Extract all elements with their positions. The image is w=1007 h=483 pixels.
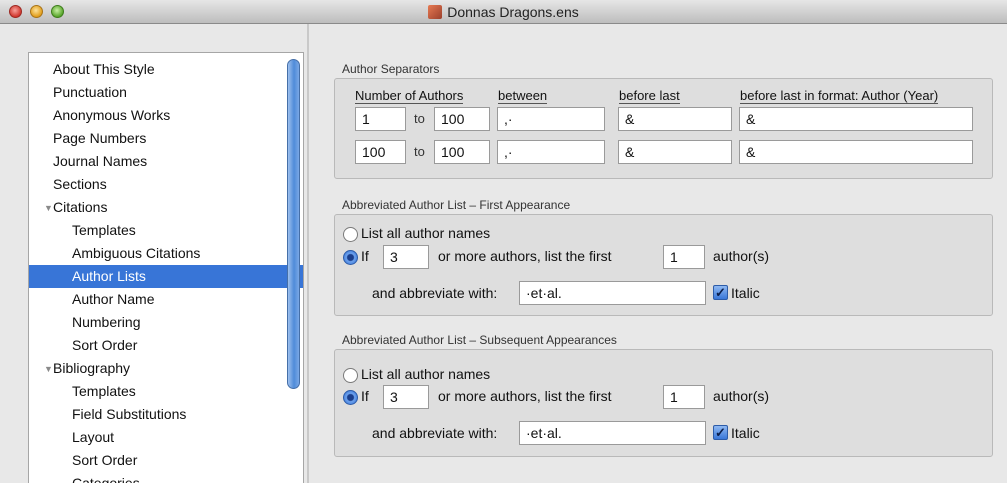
disclosure-triangle-icon[interactable]: ▼ bbox=[44, 358, 53, 381]
first-abbreviate-field[interactable]: ·et·al. bbox=[519, 281, 706, 305]
row2-between-field[interactable]: ,· bbox=[497, 140, 605, 164]
first-italic-checkbox[interactable]: ✓ bbox=[713, 285, 728, 300]
sidebar-item-categories[interactable]: Categories bbox=[29, 472, 303, 483]
sidebar-item-layout[interactable]: Layout bbox=[29, 426, 303, 449]
document-icon bbox=[428, 5, 443, 19]
sidebar-item-page-numbers[interactable]: Page Numbers bbox=[29, 127, 303, 150]
row1-before-last-field[interactable]: & bbox=[618, 107, 732, 131]
sidebar-item-author-name[interactable]: Author Name bbox=[29, 288, 303, 311]
sidebar-scrollbar-thumb[interactable] bbox=[287, 59, 300, 389]
row1-to-label: to bbox=[414, 111, 425, 126]
split-view-divider[interactable] bbox=[307, 24, 309, 483]
subsequent-author-count-field[interactable]: 3 bbox=[383, 385, 429, 409]
sidebar-item-bibliography-templates[interactable]: Templates bbox=[29, 380, 303, 403]
subsequent-list-all-label[interactable]: List all author names bbox=[361, 366, 490, 382]
sidebar-item-punctuation[interactable]: Punctuation bbox=[29, 81, 303, 104]
author-separators-title: Author Separators bbox=[342, 62, 440, 76]
title-bar: Donnas Dragons.ens bbox=[0, 0, 1007, 24]
row2-from-field[interactable]: 100 bbox=[355, 140, 406, 164]
first-authors-suffix-label: author(s) bbox=[713, 248, 770, 264]
sidebar-item-bibliography[interactable]: ▼Bibliography bbox=[29, 357, 299, 380]
sidebar-item-ambiguous-citations[interactable]: Ambiguous Citations bbox=[29, 242, 303, 265]
sidebar-item-citations-sort-order[interactable]: Sort Order bbox=[29, 334, 303, 357]
disclosure-triangle-icon[interactable]: ▼ bbox=[44, 197, 53, 220]
subsequent-abbreviate-label: and abbreviate with: bbox=[372, 425, 498, 441]
sidebar-item-author-lists[interactable]: Author Lists bbox=[29, 265, 303, 288]
row1-between-field[interactable]: ,· bbox=[497, 107, 605, 131]
subsequent-if-radio[interactable] bbox=[343, 390, 358, 405]
subsequent-or-more-label: or more authors, list the first bbox=[438, 388, 612, 404]
subsequent-list-all-radio[interactable] bbox=[343, 368, 358, 383]
style-section-list[interactable]: About This Style Punctuation Anonymous W… bbox=[28, 52, 304, 483]
first-appearance-title: Abbreviated Author List – First Appearan… bbox=[342, 198, 571, 212]
header-between: between bbox=[498, 88, 548, 104]
row1-to-field[interactable]: 100 bbox=[434, 107, 490, 131]
first-list-first-field[interactable]: 1 bbox=[663, 245, 705, 269]
sidebar-item-numbering[interactable]: Numbering bbox=[29, 311, 303, 334]
window-title-text: Donnas Dragons.ens bbox=[447, 4, 579, 20]
first-if-radio[interactable] bbox=[343, 250, 358, 265]
header-number-of-authors: Number of Authors bbox=[355, 88, 464, 104]
row2-before-last-format-field[interactable]: & bbox=[739, 140, 973, 164]
sidebar-item-field-substitutions[interactable]: Field Substitutions bbox=[29, 403, 303, 426]
first-or-more-label: or more authors, list the first bbox=[438, 248, 612, 264]
header-before-last: before last bbox=[619, 88, 680, 104]
subsequent-if-label[interactable]: If bbox=[361, 388, 369, 404]
subsequent-italic-checkbox[interactable]: ✓ bbox=[713, 425, 728, 440]
row2-before-last-field[interactable]: & bbox=[618, 140, 732, 164]
first-if-label[interactable]: If bbox=[361, 248, 369, 264]
subsequent-list-first-field[interactable]: 1 bbox=[663, 385, 705, 409]
first-author-count-field[interactable]: 3 bbox=[383, 245, 429, 269]
sidebar-item-journal-names[interactable]: Journal Names bbox=[29, 150, 303, 173]
row2-to-label: to bbox=[414, 144, 425, 159]
sidebar-item-bibliography-sort-order[interactable]: Sort Order bbox=[29, 449, 303, 472]
header-before-last-format: before last in format: Author (Year) bbox=[740, 88, 939, 104]
first-list-all-label[interactable]: List all author names bbox=[361, 225, 490, 241]
sidebar-item-citations[interactable]: ▼Citations bbox=[29, 196, 299, 219]
row2-to-field[interactable]: 100 bbox=[434, 140, 490, 164]
window-title: Donnas Dragons.ens bbox=[0, 4, 1007, 20]
subsequent-italic-label[interactable]: Italic bbox=[731, 425, 760, 441]
sidebar-item-citations-templates[interactable]: Templates bbox=[29, 219, 303, 242]
first-italic-label[interactable]: Italic bbox=[731, 285, 760, 301]
subsequent-appearances-title: Abbreviated Author List – Subsequent App… bbox=[342, 333, 617, 347]
sidebar-item-sections[interactable]: Sections bbox=[29, 173, 303, 196]
sidebar-item-about-this-style[interactable]: About This Style bbox=[29, 58, 303, 81]
row1-before-last-format-field[interactable]: & bbox=[739, 107, 973, 131]
sidebar-item-anonymous-works[interactable]: Anonymous Works bbox=[29, 104, 303, 127]
row1-from-field[interactable]: 1 bbox=[355, 107, 406, 131]
first-abbreviate-label: and abbreviate with: bbox=[372, 285, 498, 301]
subsequent-authors-suffix-label: author(s) bbox=[713, 388, 770, 404]
first-list-all-radio[interactable] bbox=[343, 227, 358, 242]
subsequent-abbreviate-field[interactable]: ·et·al. bbox=[519, 421, 706, 445]
